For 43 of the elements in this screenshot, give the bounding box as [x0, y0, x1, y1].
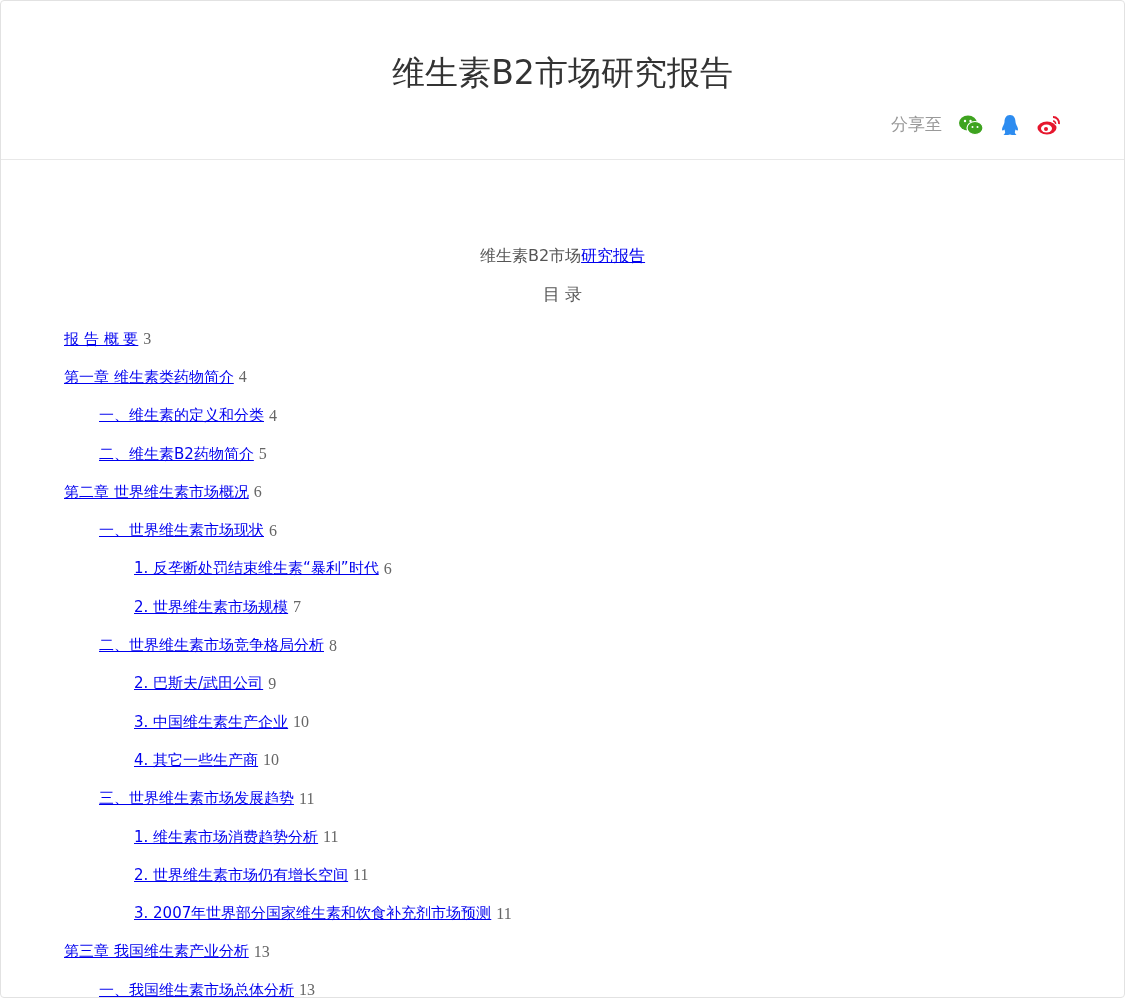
page-number: 3 [143, 330, 152, 349]
document-subtitle: 维生素B2市场 [479, 246, 582, 265]
toc-link[interactable]: 3. 中国维生素生产企业 [134, 712, 289, 732]
page-number: 11 [299, 789, 315, 808]
page-number: 8 [329, 636, 337, 655]
report-link[interactable]: 研究报告 [581, 246, 646, 265]
toc-link[interactable]: 1. 反垄断处罚结束维生素“暴利”时代 [134, 559, 379, 579]
toc-link[interactable]: 1. 维生素市场消费趋势分析 [134, 827, 319, 847]
page-number: 11 [496, 904, 512, 923]
toc-link[interactable]: 二、维生素B2药物简介 [99, 444, 254, 464]
toc-link[interactable]: 2. 巴斯夫/武田公司 [134, 674, 264, 694]
toc-link[interactable]: 3. 2007年世界部分国家维生素和饮食补充剂市场预测 [134, 904, 492, 924]
page-number: 13 [299, 981, 315, 998]
toc-link[interactable]: 第二章 世界维生素市场概况 [64, 482, 249, 502]
page-number: 11 [353, 866, 369, 885]
page-number: 13 [253, 942, 270, 961]
toc-link[interactable]: 二、世界维生素市场竞争格局分析 [99, 636, 324, 655]
page-number: 7 [293, 598, 302, 617]
page-number: 10 [293, 713, 310, 732]
toc-link[interactable]: 一、维生素的定义和分类 [99, 406, 264, 426]
toc-link[interactable]: 第三章 我国维生素产业分析 [64, 942, 249, 962]
toc-link[interactable]: 一、世界维生素市场现状 [99, 521, 264, 541]
toc-heading: 目 录 [541, 283, 584, 306]
page-number: 6 [269, 521, 277, 540]
toc-link[interactable]: 三、世界维生素市场发展趋势 [99, 789, 294, 809]
toc-link[interactable]: 一、我国维生素市场总体分析 [99, 980, 294, 998]
toc-link[interactable]: 2. 世界维生素市场规模 [134, 597, 289, 617]
penguin-icon[interactable] [1000, 113, 1020, 136]
toc-link[interactable]: 第一章 维生素类药物简介 [64, 367, 234, 387]
chat-bubbles-icon[interactable] [958, 113, 984, 136]
page-number: 10 [263, 751, 280, 770]
page-number: 5 [258, 445, 267, 464]
page-title: 维生素B2市场研究报告 [391, 52, 734, 93]
page-number: 9 [268, 674, 277, 693]
toc-link[interactable]: 2. 世界维生素市场仍有增长空间 [134, 865, 349, 885]
toc-link[interactable]: 4. 其它一些生产商 [134, 750, 259, 770]
page-number: 6 [383, 559, 392, 578]
page-number: 11 [323, 828, 339, 846]
share-label: 分享至 [891, 113, 942, 136]
page-number: 4 [269, 406, 277, 425]
toc-link[interactable]: 报 告 概 要 [64, 329, 139, 349]
page-number: 4 [238, 368, 247, 387]
page-number: 6 [253, 483, 262, 502]
